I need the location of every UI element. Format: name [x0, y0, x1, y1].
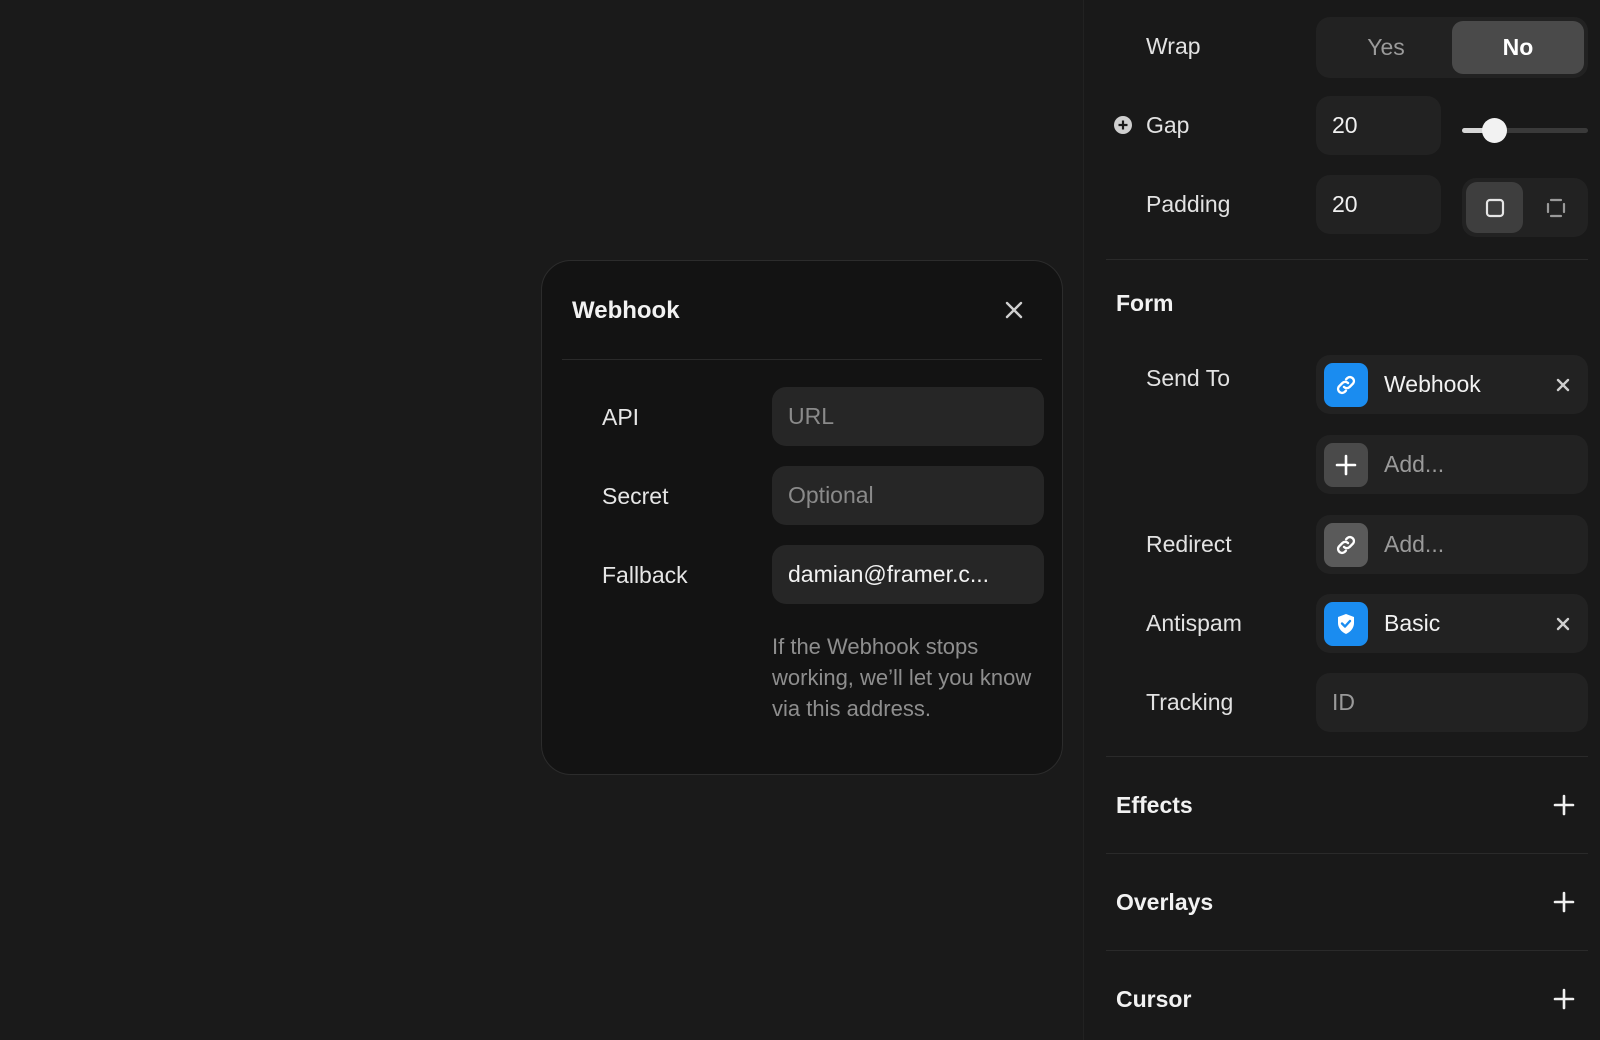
antispam-value: Basic [1384, 610, 1441, 636]
plus-icon [1324, 442, 1368, 487]
link-icon [1324, 362, 1368, 407]
effects-section-title: Effects [1116, 792, 1193, 818]
send-to-add-placeholder: Add... [1384, 451, 1445, 477]
tracking-placeholder: ID [1332, 689, 1355, 715]
add-overlay-plus-icon[interactable] [1551, 889, 1577, 915]
send-to-webhook-chip[interactable]: Webhook [1316, 355, 1588, 414]
redirect-add-field[interactable]: Add... [1316, 515, 1588, 574]
antispam-label: Antispam [1146, 610, 1242, 636]
modal-title: Webhook [572, 297, 680, 324]
section-divider [1106, 756, 1588, 757]
webhook-modal: Webhook API URL Secret Optional Fallback… [541, 260, 1063, 775]
modal-divider [562, 359, 1042, 360]
close-icon[interactable] [1001, 297, 1027, 323]
remove-webhook-icon[interactable] [1548, 370, 1578, 400]
wrap-segmented-control: Yes No [1316, 17, 1588, 78]
properties-panel: Wrap Yes No Gap 20 Padding 20 Form Send … [1083, 0, 1600, 1040]
slider-thumb[interactable] [1481, 118, 1507, 143]
redirect-label: Redirect [1146, 531, 1232, 557]
tracking-label: Tracking [1146, 689, 1234, 715]
gap-input[interactable]: 20 [1316, 96, 1441, 155]
add-cursor-plus-icon[interactable] [1551, 986, 1577, 1012]
secret-input[interactable]: Optional [772, 466, 1044, 525]
gap-label: Gap [1146, 112, 1190, 138]
send-to-label: Send To [1146, 365, 1230, 391]
fallback-helper-text: If the Webhook stops working, we’ll let … [772, 634, 1032, 721]
padding-label: Padding [1146, 191, 1231, 217]
padding-uniform-icon[interactable] [1466, 182, 1523, 233]
tracking-id-input[interactable]: ID [1316, 673, 1588, 732]
api-url-input[interactable]: URL [772, 387, 1044, 446]
shield-check-icon [1324, 601, 1368, 646]
fallback-label: Fallback [602, 562, 688, 588]
wrap-no-option[interactable]: No [1452, 21, 1584, 74]
api-label: API [602, 404, 640, 430]
add-effect-plus-icon[interactable] [1551, 792, 1577, 818]
wrap-yes-option[interactable]: Yes [1320, 21, 1452, 74]
fallback-email-input[interactable]: damian@framer.c... [772, 545, 1044, 604]
padding-individual-icon[interactable] [1527, 182, 1584, 233]
canvas-area[interactable]: Webhook API URL Secret Optional Fallback… [0, 0, 1083, 1040]
form-section-title: Form [1116, 290, 1174, 316]
redirect-placeholder: Add... [1384, 531, 1445, 557]
padding-input[interactable]: 20 [1316, 175, 1441, 234]
overlays-section-title: Overlays [1116, 889, 1214, 915]
padding-mode-toggle [1462, 178, 1588, 237]
plus-circle-icon[interactable] [1113, 115, 1133, 135]
section-divider [1106, 853, 1588, 854]
link-icon [1324, 522, 1368, 567]
send-to-value: Webhook [1384, 371, 1481, 397]
send-to-add-button[interactable]: Add... [1316, 435, 1588, 494]
section-divider [1106, 950, 1588, 951]
antispam-chip[interactable]: Basic [1316, 594, 1588, 653]
secret-label: Secret [602, 483, 669, 509]
section-divider [1106, 259, 1588, 260]
remove-antispam-icon[interactable] [1548, 609, 1578, 639]
wrap-label: Wrap [1146, 33, 1201, 59]
cursor-section-title: Cursor [1116, 986, 1192, 1012]
gap-slider[interactable] [1462, 116, 1588, 144]
